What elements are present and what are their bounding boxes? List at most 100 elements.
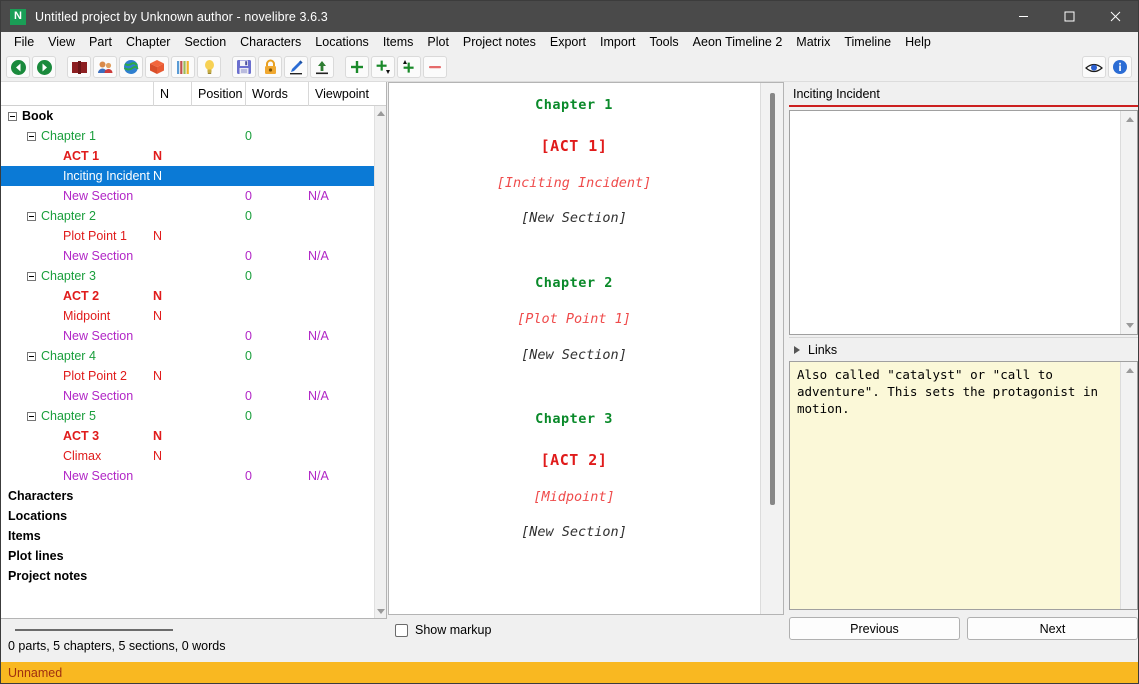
menu-item-characters[interactable]: Characters	[233, 34, 308, 51]
tree-column-n[interactable]: N	[153, 82, 191, 106]
tree-row[interactable]: MidpointN	[1, 306, 374, 326]
characters-icon[interactable]	[93, 56, 117, 78]
notes-text[interactable]: Also called "catalyst" or "call to adven…	[797, 367, 1119, 609]
menu-item-plot[interactable]: Plot	[420, 34, 456, 51]
tree-row[interactable]: Items	[1, 526, 374, 546]
menu-item-matrix[interactable]: Matrix	[789, 34, 837, 51]
scroll-up-icon[interactable]	[375, 106, 387, 120]
tree-row[interactable]: Characters	[1, 486, 374, 506]
tree-row[interactable]: ACT 3N	[1, 426, 374, 446]
tree-row[interactable]: Chapter 20	[1, 206, 374, 226]
add-parent-icon[interactable]	[397, 56, 421, 78]
toggle-viewer-icon[interactable]	[1082, 56, 1106, 78]
menu-item-part[interactable]: Part	[82, 34, 119, 51]
menu-item-tools[interactable]: Tools	[642, 34, 685, 51]
description-field[interactable]	[789, 110, 1138, 335]
tree-row[interactable]: Chapter 30	[1, 266, 374, 286]
pane-splitter-handle[interactable]	[15, 629, 173, 631]
scroll-down-icon[interactable]	[1121, 317, 1138, 334]
links-section-toggle[interactable]: Links	[789, 337, 1138, 361]
items-icon[interactable]	[145, 56, 169, 78]
lock-icon[interactable]	[258, 56, 282, 78]
notes-field[interactable]: Also called "catalyst" or "call to adven…	[789, 361, 1138, 610]
minimize-icon[interactable]	[1000, 1, 1046, 32]
viewer-scrollbar[interactable]	[760, 83, 783, 614]
tree-row[interactable]: Plot lines	[1, 546, 374, 566]
menu-item-items[interactable]: Items	[376, 34, 421, 51]
menu-item-export[interactable]: Export	[543, 34, 593, 51]
remove-icon[interactable]	[423, 56, 447, 78]
project-notes-icon[interactable]	[197, 56, 221, 78]
go-back-icon[interactable]	[6, 56, 30, 78]
tree-expander-icon[interactable]	[8, 112, 17, 121]
scroll-down-icon[interactable]	[375, 604, 387, 618]
menu-item-locations[interactable]: Locations	[308, 34, 376, 51]
export-icon[interactable]	[310, 56, 334, 78]
tree-cell-n: N	[153, 449, 162, 463]
tree-expander-icon[interactable]	[27, 212, 36, 221]
menu-item-help[interactable]: Help	[898, 34, 938, 51]
next-button[interactable]: Next	[967, 617, 1138, 640]
menu-item-section[interactable]: Section	[177, 34, 233, 51]
notes-scrollbar[interactable]	[1120, 362, 1137, 609]
show-markup-label[interactable]: Show markup	[415, 624, 491, 637]
tree-row[interactable]: Book	[1, 106, 374, 126]
save-icon[interactable]	[232, 56, 256, 78]
tree-scrollbar[interactable]	[374, 106, 386, 618]
menu-item-chapter[interactable]: Chapter	[119, 34, 177, 51]
project-tree[interactable]: N Position Words Viewpoint BookChapter 1…	[1, 82, 387, 619]
scroll-up-icon[interactable]	[1121, 362, 1138, 379]
viewer-scroll-thumb[interactable]	[770, 93, 775, 505]
tree-expander-icon[interactable]	[27, 352, 36, 361]
tree-row[interactable]: New Section0N/A	[1, 326, 374, 346]
document-viewer[interactable]: Chapter 1[ACT 1][Inciting Incident][New …	[388, 82, 784, 615]
locations-icon[interactable]	[119, 56, 143, 78]
close-icon[interactable]	[1092, 1, 1138, 32]
tree-column-words[interactable]: Words	[245, 82, 308, 106]
menu-item-file[interactable]: File	[7, 34, 41, 51]
menu-item-import[interactable]: Import	[593, 34, 642, 51]
menu-item-aeon-timeline-2[interactable]: Aeon Timeline 2	[686, 34, 790, 51]
tree-expander-icon[interactable]	[27, 412, 36, 421]
menu-item-project-notes[interactable]: Project notes	[456, 34, 543, 51]
scroll-up-icon[interactable]	[1121, 111, 1138, 128]
tree-row[interactable]: ACT 1N	[1, 146, 374, 166]
book-icon[interactable]	[67, 56, 91, 78]
description-scrollbar[interactable]	[1120, 111, 1137, 334]
tree-row[interactable]: New Section0N/A	[1, 186, 374, 206]
menu-item-timeline[interactable]: Timeline	[837, 34, 898, 51]
tree-row[interactable]: Inciting IncidentN	[1, 166, 374, 186]
element-title-input[interactable]: Inciting Incident	[789, 83, 1138, 107]
tree-row[interactable]: Chapter 50	[1, 406, 374, 426]
menu-item-view[interactable]: View	[41, 34, 82, 51]
tree-row[interactable]: Locations	[1, 506, 374, 526]
tree-row-label: Characters	[8, 489, 73, 503]
properties-icon[interactable]	[1108, 56, 1132, 78]
tree-expander-icon[interactable]	[27, 272, 36, 281]
tree-row[interactable]: Chapter 10	[1, 126, 374, 146]
add-icon[interactable]	[345, 56, 369, 78]
tree-row[interactable]: New Section0N/A	[1, 246, 374, 266]
tree-column-position[interactable]: Position	[191, 82, 245, 106]
description-text[interactable]	[790, 111, 1120, 334]
tree-row[interactable]: Chapter 40	[1, 346, 374, 366]
tree-row[interactable]: New Section0N/A	[1, 386, 374, 406]
previous-button[interactable]: Previous	[789, 617, 960, 640]
add-child-icon[interactable]	[371, 56, 395, 78]
go-forward-icon[interactable]	[32, 56, 56, 78]
tree-row[interactable]: New Section0N/A	[1, 466, 374, 486]
tree-cell-words: 0	[245, 469, 252, 483]
tree-expander-icon[interactable]	[27, 132, 36, 141]
edit-icon[interactable]	[284, 56, 308, 78]
tree-row[interactable]: Plot Point 1N	[1, 226, 374, 246]
tree-column-title[interactable]	[1, 82, 153, 106]
show-markup-checkbox[interactable]	[395, 624, 408, 637]
maximize-icon[interactable]	[1046, 1, 1092, 32]
tree-row-label: New Section	[63, 189, 133, 203]
tree-row[interactable]: Project notes	[1, 566, 374, 586]
tree-row[interactable]: ACT 2N	[1, 286, 374, 306]
tree-row[interactable]: ClimaxN	[1, 446, 374, 466]
plotlines-icon[interactable]	[171, 56, 195, 78]
tree-row[interactable]: Plot Point 2N	[1, 366, 374, 386]
tree-column-viewpoint[interactable]: Viewpoint	[308, 82, 374, 106]
